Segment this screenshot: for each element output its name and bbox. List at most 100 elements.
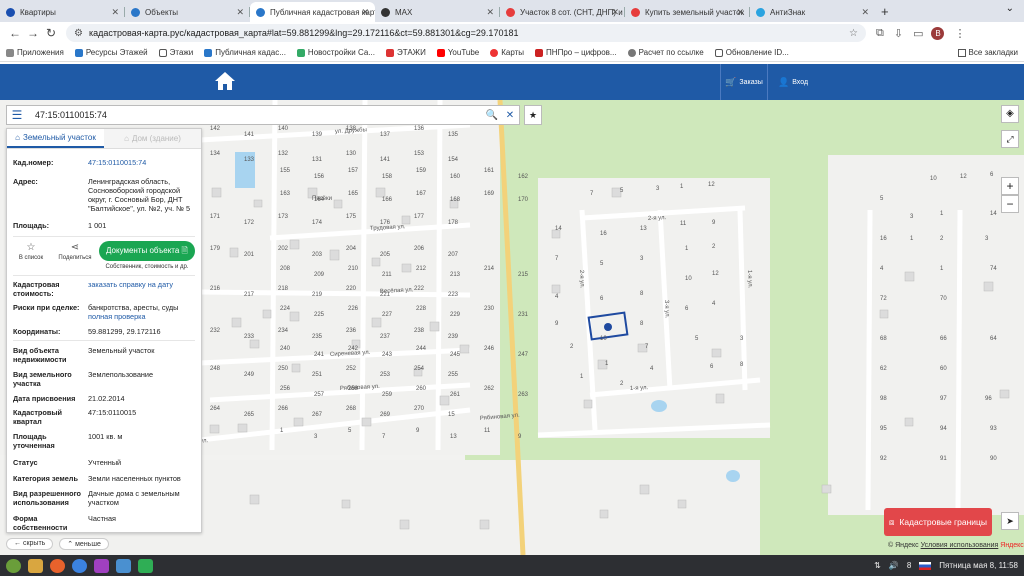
bookmark-item[interactable]: Публичная кадас... [204,48,286,57]
hide-panel-button[interactable]: ← скрыть [6,538,54,550]
close-icon[interactable]: ✕ [861,7,869,18]
tray-indicator[interactable]: 8 [907,561,911,570]
browser-tab[interactable]: MAX ✕ [375,2,500,22]
bookmark-apps[interactable]: Приложения [6,48,64,57]
bookmark-label: Обновление ID... [725,48,789,57]
hamburger-menu-icon[interactable]: ☰ [7,108,27,122]
browser-tab-active[interactable]: Публичная кадастровая карта ✕ [250,2,375,22]
plot-number-label: 16 [880,236,887,242]
plot-number-label: 94 [940,426,947,432]
camera-icon[interactable] [116,558,131,573]
language-flag-icon[interactable] [919,561,932,570]
plot-number-label: 140 [278,126,289,132]
cadastral-borders-button[interactable]: ⧈ Кадастровые границы [884,508,992,536]
search-input[interactable]: 47:15:0110015:74 [27,110,483,120]
cad-number-value[interactable]: 47:15:0110015:74 [88,158,195,167]
all-bookmarks[interactable]: Все закладки [957,48,1018,57]
terms-link[interactable]: Условия использования [921,542,999,549]
order-certificate-link[interactable]: заказать справку на дату [88,280,195,298]
tab-house[interactable]: ⌂ Дом (здание) [104,129,201,148]
tab-house-label: Дом (здание) [131,134,181,143]
youtube-icon [436,48,445,57]
fullscreen-icon[interactable]: ⤢ [1001,130,1019,148]
calculator-icon[interactable] [138,558,153,573]
layers-icon[interactable]: ◈ [1001,105,1019,123]
tab-favicon-icon [6,7,15,17]
reload-icon[interactable]: ↻ [42,26,60,40]
start-menu-icon[interactable] [6,558,21,573]
sidebar-icon[interactable]: ▭ [913,27,923,40]
zoom-in-button[interactable]: + [1001,177,1019,195]
tab-favicon-icon [631,7,640,17]
close-icon[interactable]: ✕ [611,7,619,18]
orders-button[interactable]: 🛒 Заказы [720,64,768,100]
geolocation-icon[interactable]: ➤ [1001,512,1019,530]
extensions-icon[interactable]: ⧉ [876,27,884,40]
cart-icon: 🛒 [725,76,737,87]
documents-button[interactable]: Документы объекта 🗎 Собственник, стоимост… [99,241,195,270]
media-player-icon[interactable] [94,558,109,573]
firefox-icon[interactable] [50,558,65,573]
add-to-list-button[interactable]: ☆ В список [13,241,49,261]
favorite-star-icon[interactable]: ★ [524,105,542,125]
plot-number-label: 154 [448,157,459,163]
browser-tab[interactable]: Участок 8 сот. (СНТ, ДНП) и ✕ [500,2,625,22]
permitted-use-label: Вид разрешенного использования [13,489,81,507]
bookmark-item[interactable]: Новостройки Са... [296,48,375,57]
tab-favicon-icon [381,7,390,17]
browser-tab[interactable]: Объекты ✕ [125,2,250,22]
close-icon[interactable]: ✕ [111,7,119,18]
tab-land-plot[interactable]: ⌂ Земельный участок [7,129,104,148]
spec-area-value: 1001 кв. м [88,432,123,441]
browser-tab[interactable]: АнтиЗнак ✕ [750,2,875,22]
download-icon[interactable]: ⇩ [894,27,903,40]
profile-avatar[interactable]: В [931,26,945,40]
bookmark-favicon-icon [385,48,394,57]
network-icon[interactable]: ⇅ [874,561,881,570]
forward-arrow-icon[interactable]: → [24,26,42,40]
bookmark-item[interactable]: Ресурсы Этажей [74,48,148,57]
selected-plot-marker[interactable] [604,323,612,331]
quarter-label: Кадастровый квартал [13,408,63,426]
plot-number-label: 166 [382,197,393,203]
menu-kebab-icon[interactable]: ⋮ [954,27,965,40]
cadastral-map[interactable]: ул. Дружбы Трудовая ул. Весёлая ул. Сиренев… [0,100,1024,555]
browser-tab[interactable]: Квартиры ✕ [0,2,125,22]
close-icon[interactable]: ✕ [236,7,244,18]
bookmark-item[interactable]: Расчет по ссылке [627,48,704,57]
search-icon[interactable]: 🔍 [483,110,501,121]
plot-number-label: 13 [640,226,647,232]
volume-icon[interactable]: 🔊 [889,561,899,570]
bookmark-star-icon[interactable]: ☆ [849,28,858,39]
home-icon[interactable] [214,71,236,91]
collapse-panel-button[interactable]: ⌃ меньше [59,538,109,550]
close-icon[interactable]: ✕ [361,7,369,18]
bookmark-folder[interactable]: Этажи [158,48,193,57]
land-type-label: Вид земельного участка [13,370,72,388]
tab-search-chevron-icon[interactable]: ⌄ [1006,3,1014,14]
bookmark-item[interactable]: ПНПро – цифров... [535,48,617,57]
zoom-out-button[interactable]: − [1001,195,1019,213]
bookmark-item[interactable]: Карты [490,48,524,57]
login-button[interactable]: 👤 Вход [770,64,816,100]
chrome-icon[interactable] [72,558,87,573]
bookmark-folder[interactable]: Обновление ID... [714,48,789,57]
site-info-icon[interactable]: ⚙ [74,28,83,39]
share-button[interactable]: ⋖ Поделиться [57,241,93,261]
file-manager-icon[interactable] [28,558,43,573]
close-icon[interactable]: ✕ [736,7,744,18]
risks-row: Риски при сделке: банкротства, аресты, су… [7,303,201,321]
new-tab-button[interactable]: + [875,2,895,22]
close-icon[interactable]: ✕ [501,110,519,121]
browser-tab[interactable]: Купить земельный участок ✕ [625,2,750,22]
clock[interactable]: Пятница мая 8, 11:58 [939,561,1018,570]
tab-title: Объекты [145,7,178,17]
back-arrow-icon[interactable]: ← [6,26,24,40]
address-bar[interactable]: ⚙ кадастровая-карта.рус/кадастровая_карт… [66,24,866,42]
full-check-link[interactable]: полная проверка [88,312,146,321]
bookmark-item[interactable]: YouTube [436,48,479,57]
ownership-value: Частная [88,514,116,523]
bookmark-item[interactable]: ЭТАЖИ [385,48,426,57]
close-icon[interactable]: ✕ [486,7,494,18]
plot-number-label: 162 [518,174,529,180]
